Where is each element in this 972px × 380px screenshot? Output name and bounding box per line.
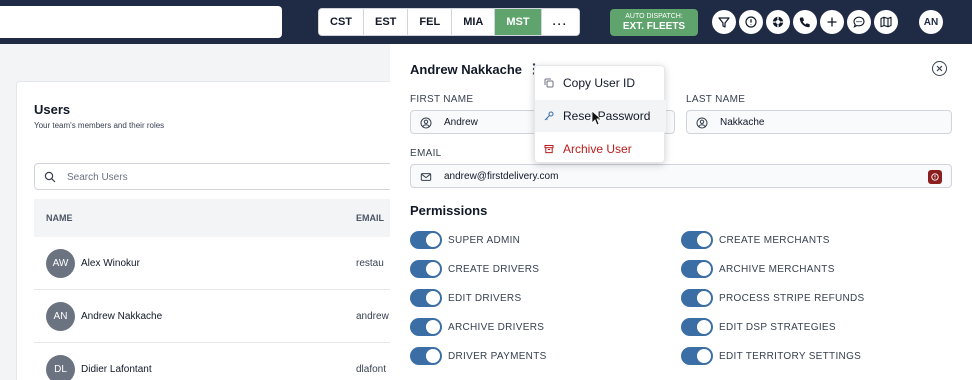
permission-label: EDIT DRIVERS: [448, 292, 522, 304]
search-icon: [44, 171, 56, 183]
user-email: dlafont: [356, 364, 387, 375]
user-email: andrew: [356, 311, 389, 322]
table-header: NAME EMAIL: [34, 199, 414, 237]
timezone-cst[interactable]: CST: [319, 9, 364, 35]
user-icon: [696, 117, 708, 129]
detail-user-name: Andrew Nakkache: [410, 62, 522, 77]
permission-label: CREATE MERCHANTS: [719, 234, 830, 246]
permission-toggle[interactable]: EDIT TERRITORY SETTINGS: [681, 347, 861, 365]
user-email: restau: [356, 258, 384, 269]
toggle-switch[interactable]: [410, 231, 442, 249]
permission-toggle[interactable]: DRIVER PAYMENTS: [410, 347, 547, 365]
permission-toggle[interactable]: PROCESS STRIPE REFUNDS: [681, 289, 865, 307]
menu-item-archive-user[interactable]: Archive User: [535, 133, 666, 165]
users-subtitle: Your team's members and their roles: [34, 121, 165, 130]
alert-icon[interactable]: [739, 10, 763, 34]
column-name[interactable]: NAME: [46, 213, 73, 223]
first-name-value: Andrew: [444, 117, 478, 128]
email-value: andrew@firstdelivery.com: [444, 171, 559, 182]
key-icon: [544, 111, 554, 121]
timezone-selector: CST EST FEL MIA MST ...: [318, 8, 580, 36]
warning-icon[interactable]: [928, 170, 942, 184]
toggle-switch[interactable]: [410, 318, 442, 336]
filter-icon[interactable]: [712, 10, 736, 34]
permission-toggle[interactable]: CREATE MERCHANTS: [681, 231, 830, 249]
permission-toggle[interactable]: EDIT DSP STRATEGIES: [681, 318, 836, 336]
timezone-fel[interactable]: FEL: [408, 9, 453, 35]
column-email[interactable]: EMAIL: [356, 213, 384, 223]
table-row[interactable]: DL Didier Lafontant dlafont: [34, 343, 414, 380]
toggle-switch[interactable]: [410, 347, 442, 365]
email-label: EMAIL: [410, 148, 442, 159]
toggle-switch[interactable]: [681, 231, 713, 249]
permission-label: ARCHIVE MERCHANTS: [719, 263, 835, 275]
lifebuoy-icon[interactable]: [766, 10, 790, 34]
avatar: DL: [46, 355, 75, 380]
toggle-switch[interactable]: [681, 347, 713, 365]
permission-toggle[interactable]: EDIT DRIVERS: [410, 289, 521, 307]
menu-item-label: Archive User: [563, 142, 632, 156]
permission-label: EDIT DSP STRATEGIES: [719, 321, 836, 333]
users-panel: Users Your team's members and their role…: [16, 81, 416, 380]
toggle-switch[interactable]: [410, 260, 442, 278]
toggle-switch[interactable]: [410, 289, 442, 307]
toggle-switch[interactable]: [681, 289, 713, 307]
user-avatar[interactable]: AN: [919, 10, 943, 34]
search-placeholder: Search Users: [67, 172, 128, 183]
plus-icon[interactable]: [820, 10, 844, 34]
user-name: Alex Winokur: [81, 258, 140, 269]
toolbar-icons: [712, 10, 898, 34]
global-search-input[interactable]: [0, 6, 282, 38]
permission-label: CREATE DRIVERS: [448, 263, 540, 275]
permission-label: EDIT TERRITORY SETTINGS: [719, 350, 862, 362]
toggle-switch[interactable]: [681, 318, 713, 336]
timezone-more[interactable]: ...: [541, 9, 579, 35]
top-bar: CST EST FEL MIA MST ... AUTO DISPATCH: E…: [0, 0, 972, 44]
permission-label: DRIVER PAYMENTS: [448, 350, 547, 362]
permission-toggle[interactable]: ARCHIVE MERCHANTS: [681, 260, 835, 278]
chat-icon[interactable]: [847, 10, 871, 34]
map-icon[interactable]: [874, 10, 898, 34]
mail-icon: [420, 173, 432, 181]
permission-toggle[interactable]: CREATE DRIVERS: [410, 260, 539, 278]
last-name-value: Nakkache: [720, 117, 765, 128]
menu-item-copy-user-id[interactable]: Copy User ID: [535, 67, 666, 99]
permissions-title: Permissions: [410, 203, 488, 218]
copy-icon: [544, 78, 554, 88]
user-icon: [420, 117, 432, 129]
menu-item-label: Copy User ID: [563, 76, 636, 90]
users-title: Users: [34, 102, 71, 117]
toggle-switch[interactable]: [681, 260, 713, 278]
permission-label: SUPER ADMIN: [448, 234, 521, 246]
timezone-mst[interactable]: MST: [495, 9, 542, 35]
search-users-input[interactable]: Search Users: [34, 163, 414, 190]
archive-icon: [544, 145, 554, 154]
first-name-label: FIRST NAME: [410, 94, 474, 105]
avatar: AN: [46, 302, 75, 331]
avatar: AW: [46, 249, 75, 278]
last-name-label: LAST NAME: [686, 94, 746, 105]
table-row[interactable]: AN Andrew Nakkache andrew: [34, 290, 414, 343]
dispatch-value: EXT. FLEETS: [622, 21, 686, 32]
mouse-cursor-icon: [591, 110, 601, 126]
dispatch-label: AUTO DISPATCH:: [625, 13, 683, 20]
timezone-est[interactable]: EST: [364, 9, 409, 35]
table-row[interactable]: AW Alex Winokur restau: [34, 237, 414, 290]
auto-dispatch-button[interactable]: AUTO DISPATCH: EXT. FLEETS: [610, 9, 698, 36]
permission-label: ARCHIVE DRIVERS: [448, 321, 545, 333]
menu-item-label: Reset Password: [563, 109, 651, 123]
permission-toggle[interactable]: ARCHIVE DRIVERS: [410, 318, 544, 336]
timezone-mia[interactable]: MIA: [452, 9, 496, 35]
close-icon[interactable]: [932, 61, 947, 76]
user-name: Andrew Nakkache: [81, 311, 163, 322]
permission-toggle[interactable]: SUPER ADMIN: [410, 231, 520, 249]
last-name-field[interactable]: Nakkache: [686, 110, 952, 134]
email-field[interactable]: andrew@firstdelivery.com: [410, 164, 952, 188]
permission-label: PROCESS STRIPE REFUNDS: [719, 292, 865, 304]
phone-icon[interactable]: [793, 10, 817, 34]
user-detail-panel: Andrew Nakkache FIRST NAME Andrew LAST N…: [390, 44, 972, 380]
user-name: Didier Lafontant: [81, 364, 152, 375]
